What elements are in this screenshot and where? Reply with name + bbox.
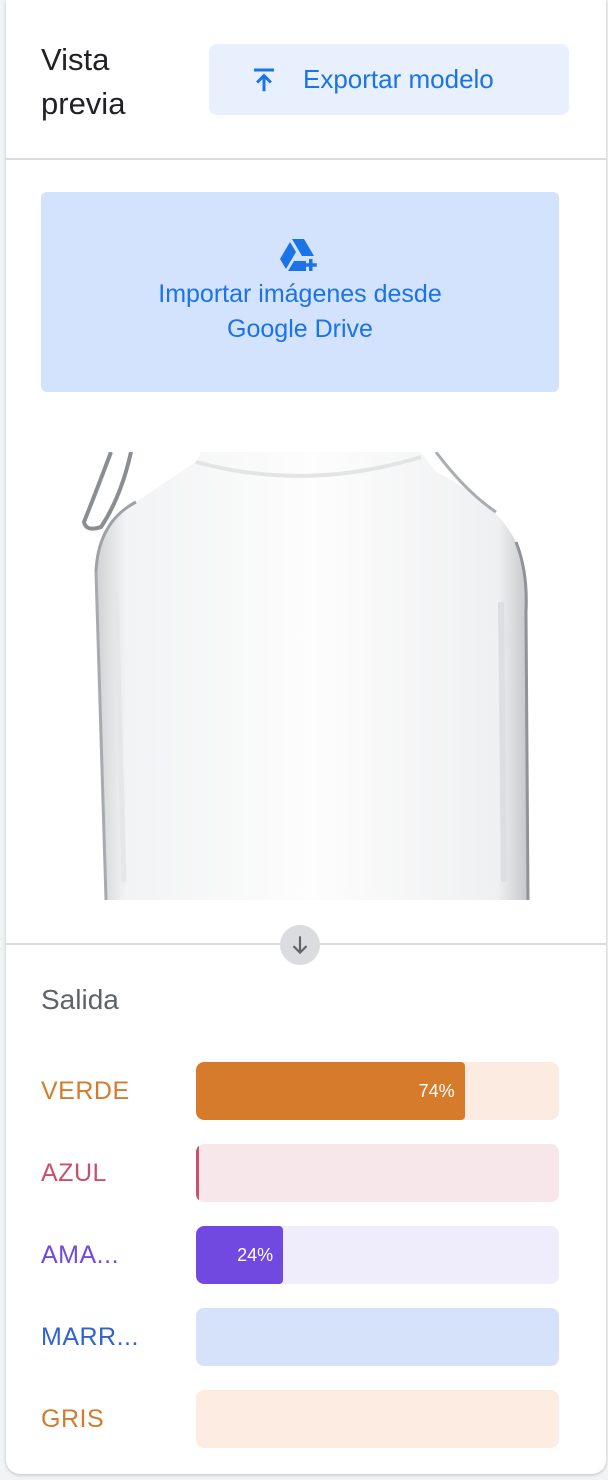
- import-drive-button[interactable]: Importar imágenes desde Google Drive: [41, 192, 559, 392]
- confidence-bar-track: [196, 1144, 559, 1202]
- preview-panel: Vista previa Exportar modelo Importar im…: [6, 0, 606, 1474]
- glass-jar-image: [81, 452, 530, 900]
- output-class-row: VERDE 74%: [41, 1062, 559, 1120]
- page: Vista previa Exportar modelo Importar im…: [0, 0, 608, 1480]
- google-drive-add-icon: [280, 239, 317, 271]
- confidence-percent: 74%: [418, 1081, 455, 1101]
- output-class-row: GRIS: [41, 1390, 559, 1448]
- preview-image: [76, 452, 534, 900]
- panel-title: Vista previa: [41, 42, 126, 121]
- confidence-bar-fill: 74%: [196, 1062, 465, 1120]
- arrow-down-icon: [292, 936, 308, 955]
- confidence-bar-track: [196, 1390, 559, 1448]
- output-class-label: VERDE: [41, 1077, 130, 1105]
- output-class-label: GRIS: [41, 1405, 105, 1433]
- panel-header: Vista previa Exportar modelo: [6, 0, 606, 160]
- confidence-bar-fill: 24%: [196, 1226, 284, 1284]
- export-model-button[interactable]: Exportar modelo: [209, 44, 569, 115]
- confidence-bar-track: 74%: [196, 1062, 559, 1120]
- import-drive-label-line2: Google Drive: [227, 315, 373, 343]
- confidence-bar-track: 24%: [196, 1226, 559, 1284]
- output-class-label: MARR...: [41, 1323, 139, 1351]
- output-class-label: AMA...: [41, 1241, 120, 1269]
- upload-arrow-icon: [254, 68, 274, 91]
- output-class-row: AMA... 24%: [41, 1226, 559, 1284]
- output-class-row: AZUL: [41, 1144, 559, 1202]
- export-model-label: Exportar modelo: [303, 64, 494, 94]
- import-drive-label-line1: Importar imágenes desde: [158, 280, 442, 308]
- output-class-row: MARR...: [41, 1308, 559, 1366]
- confidence-percent: 24%: [237, 1245, 274, 1265]
- scroll-down-button[interactable]: [280, 925, 320, 965]
- confidence-bar-track: [196, 1308, 559, 1366]
- output-class-label: AZUL: [41, 1159, 107, 1187]
- output-heading: Salida: [41, 984, 119, 1015]
- confidence-bar-fill: [196, 1144, 199, 1202]
